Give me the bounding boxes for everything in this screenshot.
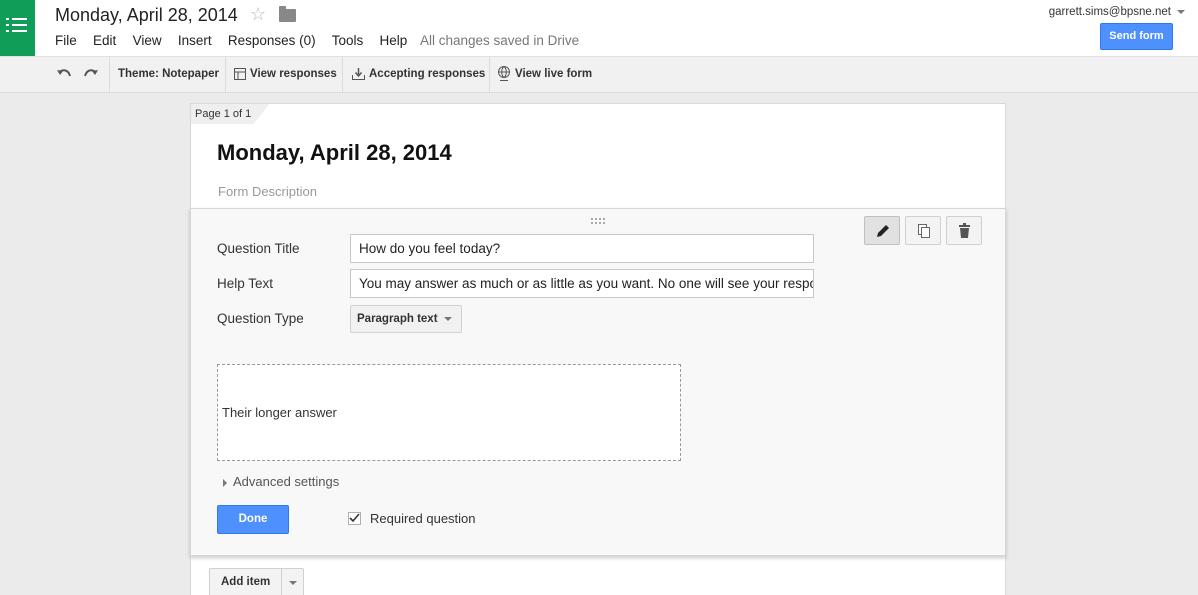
answer-preview: Their longer answer (217, 364, 681, 461)
question-type-label: Question Type (217, 311, 304, 326)
trash-icon (959, 223, 970, 238)
answer-placeholder: Their longer answer (222, 405, 337, 420)
account-switcher[interactable]: garrett.sims@bpsne.net (1049, 6, 1185, 18)
delete-question-button[interactable] (946, 216, 982, 245)
add-item-button[interactable]: Add item (209, 568, 305, 595)
download-tray-icon (352, 67, 365, 80)
chevron-down-icon (1177, 9, 1185, 14)
pencil-icon (877, 225, 889, 237)
form-description[interactable]: Form Description (218, 184, 317, 199)
accepting-responses-button[interactable]: Accepting responses (352, 57, 485, 92)
duplicate-icon (918, 224, 930, 238)
view-responses-label: View responses (250, 68, 337, 80)
menu-responses[interactable]: Responses (0) (228, 33, 316, 48)
menu-tools[interactable]: Tools (332, 33, 364, 48)
undo-button[interactable] (56, 57, 76, 92)
chevron-down-icon (443, 316, 452, 321)
send-form-button[interactable]: Send form (1100, 23, 1173, 50)
undo-icon (57, 69, 71, 77)
required-checkbox[interactable] (348, 512, 361, 525)
checkmark-icon (349, 513, 360, 523)
menu-edit[interactable]: Edit (93, 33, 116, 48)
menu-help[interactable]: Help (379, 33, 407, 48)
help-text-label: Help Text (217, 276, 274, 291)
redo-icon (84, 69, 98, 77)
save-status: All changes saved in Drive (420, 33, 580, 48)
question-editor: Question Title How do you feel today? He… (190, 208, 1006, 556)
menu-insert[interactable]: Insert (178, 33, 212, 48)
star-icon[interactable]: ☆ (250, 4, 266, 25)
duplicate-question-button[interactable] (905, 216, 941, 245)
redo-button[interactable] (83, 57, 103, 92)
advanced-settings-label: Advanced settings (233, 474, 340, 489)
help-text-input[interactable]: You may answer as much or as little as y… (350, 269, 814, 298)
menu-file[interactable]: File (55, 33, 77, 48)
question-title-label: Question Title (217, 241, 300, 256)
table-icon (234, 67, 246, 80)
question-type-value: Paragraph text (357, 313, 438, 325)
required-label[interactable]: Required question (370, 511, 476, 526)
globe-icon (498, 65, 510, 81)
document-title[interactable]: Monday, April 28, 2014 (55, 5, 238, 26)
add-item-label: Add item (221, 576, 271, 588)
view-live-form-button[interactable]: View live form (497, 57, 592, 92)
form-title[interactable]: Monday, April 28, 2014 (217, 140, 452, 166)
toolbar: Theme: Notepaper View responses Acceptin… (0, 57, 1198, 93)
edit-question-button[interactable] (864, 216, 900, 245)
done-button[interactable]: Done (217, 505, 289, 534)
chevron-right-icon (223, 478, 227, 487)
add-item-dropdown-icon[interactable] (281, 569, 303, 595)
app-header: Monday, April 28, 2014 ☆ File Edit View … (0, 0, 1198, 57)
theme-button[interactable]: Theme: Notepaper (118, 57, 219, 92)
folder-icon[interactable] (279, 6, 296, 22)
menu-view[interactable]: View (133, 33, 162, 48)
page-indicator: Page 1 of 1 (191, 104, 270, 124)
drag-handle-icon[interactable] (591, 218, 607, 224)
view-live-form-label: View live form (515, 68, 593, 80)
question-type-select[interactable]: Paragraph text (350, 305, 462, 333)
question-title-input[interactable]: How do you feel today? (350, 234, 814, 263)
forms-home-icon[interactable] (0, 0, 35, 56)
account-email: garrett.sims@bpsne.net (1048, 6, 1171, 18)
menu-bar: File Edit View Insert Responses (0) Tool… (55, 33, 420, 48)
advanced-settings-toggle[interactable]: Advanced settings (223, 474, 339, 489)
accepting-responses-label: Accepting responses (369, 68, 486, 80)
view-responses-button[interactable]: View responses (234, 57, 337, 92)
